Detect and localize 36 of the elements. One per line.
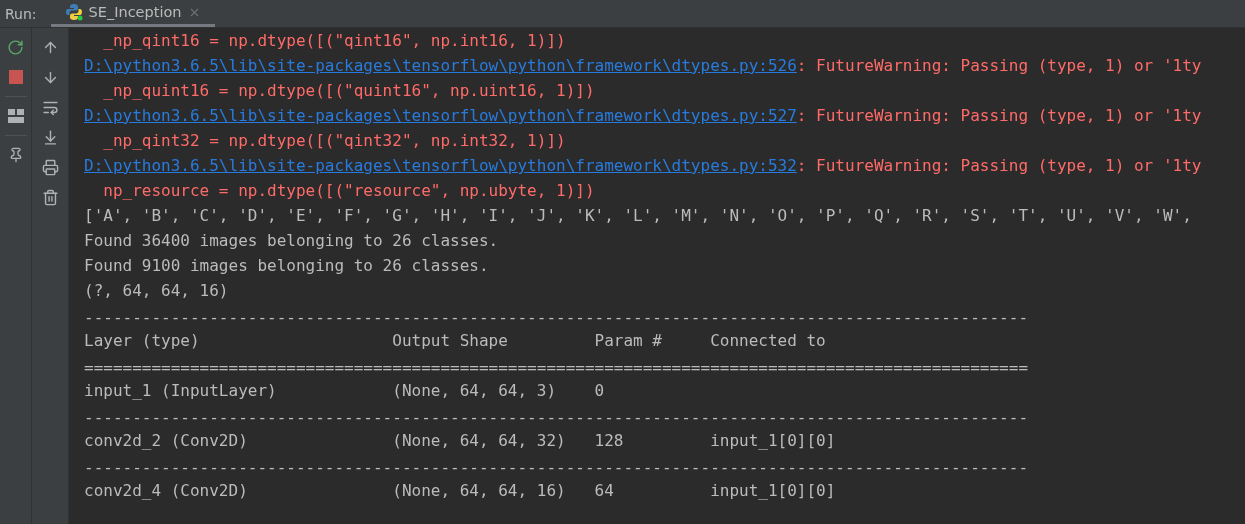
warning-message: : FutureWarning: Passing (type, 1) or '1ty — [796, 105, 1202, 127]
table-cell-text: (None, 64, 64, 3) — [392, 380, 557, 402]
table-cell-text: 64 — [594, 480, 615, 502]
table-rule: ================================================================================================== — [84, 357, 1029, 378]
console-line: (?, 64, 64, 16) — [84, 280, 229, 302]
table-cell-text: input_1[0][0] — [710, 430, 837, 452]
console-line: np_resource = np.dtype([("resource", np.ubyte, 1)]) — [102, 180, 595, 202]
file-link[interactable]: D:\python3.6.5\lib\site-packages\tensorflow\python\framework\dtypes.py:532 — [84, 153, 797, 178]
table-cell-text: 0 — [594, 380, 606, 402]
warning-message: : FutureWarning: Passing (type, 1) or '1ty — [796, 55, 1202, 77]
file-link[interactable]: D:\python3.6.5\lib\site-packages\tensorflow\python\framework\dtypes.py:526 — [84, 53, 797, 78]
table-cell-text: Layer (type) — [84, 330, 201, 352]
console-line: Found 9100 images belonging to 26 classes. — [84, 255, 489, 277]
warning-message: : FutureWarning: Passing (type, 1) or '1ty — [796, 155, 1202, 177]
table-cell-text: (None, 64, 64, 32) — [392, 430, 567, 452]
console-line: _np_qint32 = np.dtype([("qint32", np.int32, 1)]) — [102, 130, 566, 152]
table-cell-text: conv2d_2 (Conv2D) — [84, 430, 249, 452]
file-link[interactable]: D:\python3.6.5\lib\site-packages\tensorflow\python\framework\dtypes.py:527 — [84, 103, 797, 128]
console-line: _np_qint16 = np.dtype([("qint16", np.int16, 1)]) — [102, 30, 566, 52]
console-line: ['A', 'B', 'C', 'D', 'E', 'F', 'G', 'H', 'I', 'J', 'K', 'L', 'M', 'N', 'O', 'P', 'Q', 'R', 'S', 'T', 'U', 'V', 'W', — [84, 205, 1192, 227]
table-rule: -------------------------------------------------------------------------------------------------- — [84, 307, 1029, 328]
table-cell-text: 128 — [594, 430, 625, 452]
table-cell-text: Connected to — [710, 330, 827, 352]
console-line: Found 36400 images belonging to 26 classes. — [84, 230, 499, 252]
run-tab[interactable]: SE_Inception — [50, 0, 215, 27]
run-label: Run: — [4, 4, 38, 24]
table-cell-text: (None, 64, 64, 16) — [392, 480, 567, 502]
console-line: _np_quint16 = np.dtype([("quint16", np.uint16, 1)]) — [102, 80, 595, 102]
table-cell-text: Param # — [594, 330, 663, 352]
table-cell-text: input_1 (InputLayer) — [84, 380, 278, 402]
table-cell-text: input_1[0][0] — [710, 480, 837, 502]
table-cell-text: Output Shape — [392, 330, 509, 352]
table-cell-text: conv2d_4 (Conv2D) — [84, 480, 249, 502]
table-rule: -------------------------------------------------------------------------------------------------- — [84, 407, 1029, 428]
table-rule: -------------------------------------------------------------------------------------------------- — [84, 457, 1029, 478]
python-icon — [64, 3, 83, 21]
